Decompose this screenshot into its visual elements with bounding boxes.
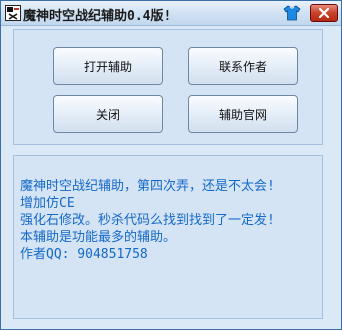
contact-author-button[interactable]: 联系作者	[188, 47, 298, 85]
tshirt-icon[interactable]	[283, 4, 301, 22]
close-icon	[319, 8, 329, 18]
info-text: 魔神时空战纪辅助，第四次弄，还是不太会! 增加仿CE 强化石修改。秒杀代码么找到…	[20, 179, 275, 262]
title-bar[interactable]: 魔神时空战纪辅助0.4版!	[1, 1, 341, 26]
close-button[interactable]: 关闭	[53, 95, 163, 133]
official-site-button[interactable]: 辅助官网	[188, 95, 298, 133]
app-icon	[5, 5, 21, 21]
open-helper-button[interactable]: 打开辅助	[53, 47, 163, 85]
app-window: 魔神时空战纪辅助0.4版! 打开辅助 联系作者 关闭 辅助官网 魔神时空战纪辅助…	[0, 0, 342, 330]
close-window-button[interactable]	[310, 4, 338, 22]
window-title: 魔神时空战纪辅助0.4版!	[23, 9, 172, 24]
info-panel: 魔神时空战纪辅助，第四次弄，还是不太会! 增加仿CE 强化石修改。秒杀代码么找到…	[13, 155, 323, 319]
button-panel: 打开辅助 联系作者 关闭 辅助官网	[13, 29, 323, 145]
